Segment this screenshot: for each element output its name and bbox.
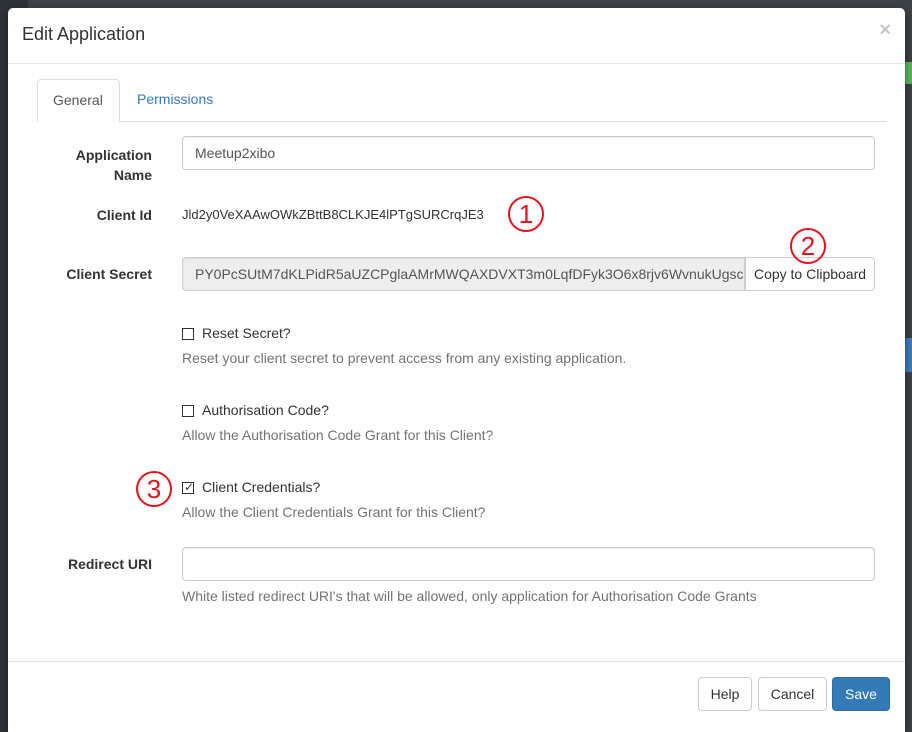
tab-permissions[interactable]: Permissions <box>122 79 228 120</box>
client-secret-label: Client Secret <box>66 266 152 282</box>
modal-title: Edit Application <box>22 24 146 44</box>
edit-application-modal: Edit Application × General Permissions A… <box>8 8 905 732</box>
reset-secret-label: Reset Secret? <box>202 325 291 341</box>
authorisation-code-checkbox[interactable] <box>182 405 194 417</box>
annotation-marker-1: 1 <box>508 196 544 232</box>
check-icon: ✓ <box>184 480 195 494</box>
close-icon[interactable]: × <box>879 20 891 40</box>
client-secret-input[interactable]: PY0PcSUtM7dKLPidR5aUZCPglaAMrMWQAXDVXT3m… <box>182 257 745 291</box>
cancel-button[interactable]: Cancel <box>758 677 827 711</box>
authorisation-code-label: Authorisation Code? <box>202 402 329 418</box>
reset-secret-help: Reset your client secret to prevent acce… <box>182 350 627 366</box>
annotation-marker-3: 3 <box>136 471 172 507</box>
redirect-uri-input[interactable] <box>182 547 875 581</box>
help-button[interactable]: Help <box>698 677 752 711</box>
tab-general[interactable]: General <box>37 79 120 122</box>
annotation-marker-2: 2 <box>790 228 826 264</box>
app-name-label: Application Name <box>75 147 152 183</box>
client-id-label: Client Id <box>96 207 152 223</box>
client-credentials-label: Client Credentials? <box>202 479 321 495</box>
tab-bar: General Permissions <box>37 79 887 122</box>
reset-secret-checkbox[interactable] <box>182 328 194 340</box>
client-credentials-help: Allow the Client Credentials Grant for t… <box>182 504 486 520</box>
authorisation-code-help: Allow the Authorisation Code Grant for t… <box>182 427 494 443</box>
redirect-uri-help: White listed redirect URI's that will be… <box>182 588 757 604</box>
background-green-strip <box>905 62 912 84</box>
background-blue-strip <box>905 338 912 372</box>
save-button[interactable]: Save <box>832 677 890 711</box>
client-id-value: Jld2y0VeXAAwOWkZBttB8CLKJE4lPTgSURCrqJE3 <box>182 207 484 222</box>
app-name-input[interactable] <box>182 136 875 170</box>
modal-header: Edit Application × <box>8 8 905 64</box>
redirect-uri-label: Redirect URI <box>67 556 152 572</box>
client-credentials-checkbox[interactable]: ✓ <box>182 480 195 494</box>
